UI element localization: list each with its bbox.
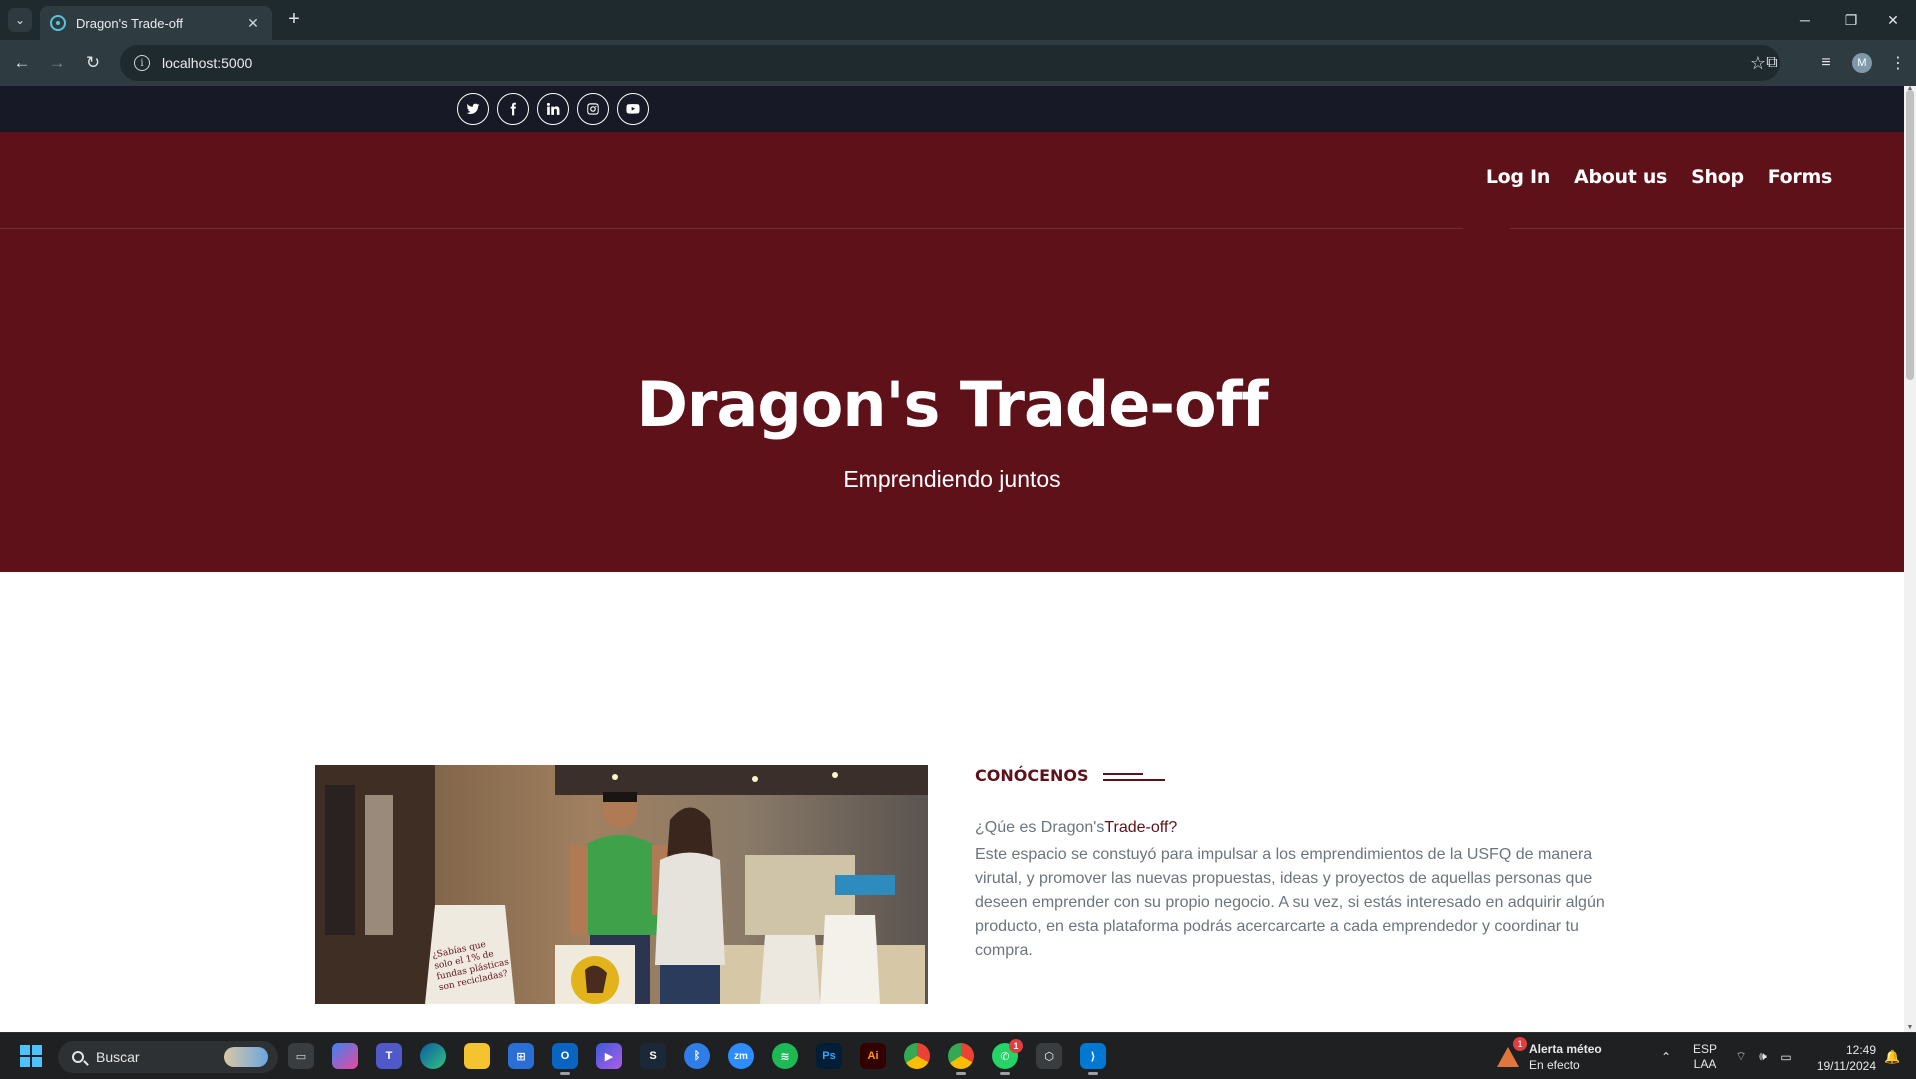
social-links (457, 93, 649, 125)
chrome-icon[interactable] (904, 1043, 930, 1069)
tab-search-button[interactable]: ⌄ (8, 8, 32, 32)
profile-avatar[interactable]: M (1852, 53, 1872, 73)
edge-icon[interactable] (420, 1043, 446, 1069)
bluetooth-app-icon[interactable]: ᛒ (684, 1043, 710, 1069)
hero-subtitle: Emprendiendo juntos (843, 466, 1061, 492)
copilot-icon[interactable] (332, 1043, 358, 1069)
about-photo: ¿Sabías que solo el 1% de fundas plástic… (315, 765, 928, 1004)
nav-link-shop[interactable]: Shop (1691, 166, 1744, 188)
store-icon[interactable]: ⊞ (508, 1043, 534, 1069)
new-tab-button[interactable]: + (282, 8, 306, 32)
reload-button[interactable]: ↻ (81, 51, 105, 75)
browser-tab-bar: ⌄ Dragon's Trade-off ✕ + ─ ❐ ✕ (0, 0, 1916, 40)
nav-link-login[interactable]: Log In (1486, 166, 1550, 188)
nav-divider (0, 228, 1463, 229)
whatsapp-icon[interactable]: ✆ 1 (992, 1039, 1023, 1075)
chrome-profile-icon[interactable] (948, 1043, 974, 1075)
main-nav: Log In About us Shop Forms (1486, 166, 1832, 188)
windows-taskbar: Buscar ▭ T ⊞ O ▶ S ᛒ zm ≋ Ps Ai ✆ 1 ⬡ ⟩ 1… (0, 1032, 1916, 1079)
web-page: Log In About us Shop Forms Dragon's Trad… (0, 86, 1904, 1032)
keyboard-layout: LAA (1693, 1056, 1717, 1071)
back-button[interactable]: ← (10, 51, 34, 75)
volume-icon[interactable]: 🕪 (1754, 1033, 1772, 1079)
youtube-icon[interactable] (617, 93, 649, 125)
zoom-icon[interactable]: zm (728, 1043, 754, 1069)
browser-menu-icon[interactable]: ⋮ (1886, 51, 1910, 75)
browser-toolbar: ← → ↻ i localhost:5000 ☆ ⧉ ≡ M ⋮ (0, 40, 1916, 86)
hero-title: Dragon's Trade-off (636, 368, 1268, 441)
spotify-icon[interactable]: ≋ (772, 1043, 798, 1069)
whatsapp-badge: 1 (1009, 1039, 1023, 1053)
address-bar[interactable]: i localhost:5000 ☆ (120, 45, 1780, 81)
weather-widget[interactable]: 1 Alerta méteo En efecto (1497, 1037, 1602, 1073)
media-controls-icon[interactable]: ≡ (1814, 51, 1838, 75)
extensions-icon[interactable]: ⧉ (1760, 51, 1784, 75)
section-heading: CONÓCENOS (975, 766, 1165, 785)
show-hidden-icons-icon[interactable]: ⌃ (1656, 1033, 1676, 1079)
social-topbar (0, 86, 1904, 132)
about-description: Este espacio se constuyó para impulsar a… (975, 846, 1605, 959)
browser-tab[interactable]: Dragon's Trade-off ✕ (40, 6, 272, 40)
url-text[interactable]: localhost:5000 (162, 55, 1750, 71)
entrepreneurs-photo (315, 765, 928, 1004)
task-view-icon[interactable]: ▭ (288, 1043, 314, 1069)
weather-badge: 1 (1513, 1037, 1527, 1051)
weather-status: En efecto (1529, 1058, 1580, 1072)
question-prefix: ¿Qúe es Dragon's (975, 819, 1105, 836)
teams-icon[interactable]: T (376, 1043, 402, 1069)
unity-icon[interactable]: ⬡ (1036, 1043, 1062, 1069)
taskbar-search[interactable]: Buscar (58, 1041, 278, 1073)
weather-title: Alerta méteo (1529, 1042, 1602, 1056)
file-explorer-icon[interactable] (464, 1043, 490, 1069)
illustrator-icon[interactable]: Ai (860, 1043, 886, 1069)
clock-date: 19/11/2024 (1816, 1059, 1876, 1073)
react-favicon-icon (50, 15, 66, 31)
restore-button[interactable]: ❐ (1828, 0, 1874, 40)
about-question: ¿Qúe es Dragon'sTrade-off? (975, 819, 1177, 837)
tab-title: Dragon's Trade-off (76, 15, 184, 31)
nav-link-about[interactable]: About us (1574, 166, 1667, 188)
steam-icon[interactable]: S (640, 1043, 666, 1069)
scroll-down-icon[interactable]: ▼ (1906, 1024, 1914, 1032)
tab-close-button[interactable]: ✕ (244, 15, 262, 32)
search-highlight-icon (224, 1047, 268, 1067)
vscode-icon[interactable]: ⟩ (1080, 1043, 1106, 1075)
instagram-icon[interactable] (577, 93, 609, 125)
minimize-button[interactable]: ─ (1782, 0, 1828, 40)
facebook-icon[interactable] (497, 93, 529, 125)
photoshop-icon[interactable]: Ps (816, 1043, 842, 1069)
page-scrollbar[interactable]: ▲ ▼ (1904, 85, 1916, 1032)
twitter-icon[interactable] (457, 93, 489, 125)
outlook-icon[interactable]: O (552, 1043, 578, 1075)
clipchamp-icon[interactable]: ▶ (596, 1043, 622, 1069)
start-menu-icon[interactable] (20, 1045, 42, 1067)
language-code: ESP (1692, 1041, 1717, 1056)
scrollbar-thumb[interactable] (1906, 90, 1914, 380)
language-indicator[interactable]: ESP LAA (1690, 1033, 1720, 1079)
clock[interactable]: 12:49 19/11/2024 (1812, 1042, 1876, 1074)
question-highlight: Trade-off? (1104, 819, 1178, 836)
site-info-icon[interactable]: i (134, 55, 150, 71)
hero-banner: Log In About us Shop Forms Dragon's Trad… (0, 132, 1904, 572)
section-title: CONÓCENOS (975, 766, 1089, 785)
linkedin-icon[interactable] (537, 93, 569, 125)
nav-divider (1510, 228, 1904, 229)
search-icon (72, 1051, 84, 1063)
search-placeholder: Buscar (96, 1049, 140, 1065)
notification-bell-icon[interactable]: 🔔 (1884, 1049, 1900, 1064)
clock-time: 12:49 (1845, 1043, 1876, 1057)
close-window-button[interactable]: ✕ (1870, 0, 1916, 40)
battery-icon[interactable]: ▭ (1776, 1033, 1796, 1079)
forward-button[interactable]: → (45, 51, 69, 75)
nav-link-forms[interactable]: Forms (1768, 166, 1833, 188)
heading-decoration (1102, 769, 1165, 783)
wifi-icon[interactable]: ⌔ (1732, 1033, 1750, 1079)
